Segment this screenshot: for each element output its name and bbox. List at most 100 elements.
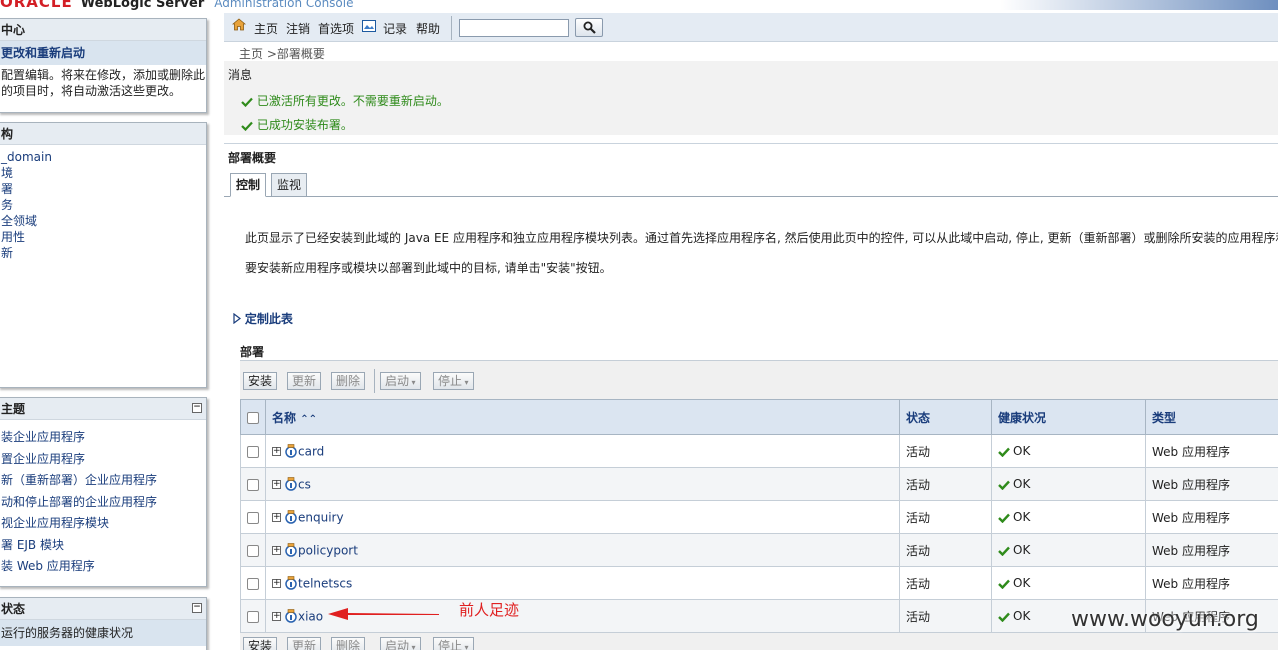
howto-start-stop-app[interactable]: 动和停止部署的企业应用程序 <box>1 492 206 514</box>
column-health[interactable]: 健康状况 <box>991 399 1146 435</box>
help-link[interactable]: 帮助 <box>416 20 440 37</box>
health-text: OK <box>1013 543 1031 557</box>
table-row[interactable]: + enquiry 活动 OK Web 应用程序 <box>240 500 1278 534</box>
health-ok-icon <box>998 546 1010 556</box>
app-name-link[interactable]: cs <box>298 477 311 491</box>
product-name: WebLogic Server <box>80 0 205 11</box>
health-ok-icon <box>998 579 1010 589</box>
row-checkbox[interactable] <box>247 445 259 458</box>
web-app-icon <box>285 510 297 524</box>
column-name[interactable]: 名称 ⌃⌃ <box>265 399 900 435</box>
start-dropdown-bottom[interactable]: 启动 ▾ <box>380 637 421 650</box>
row-select-cell <box>240 500 266 534</box>
expand-icon[interactable]: + <box>272 446 281 456</box>
expand-icon[interactable]: + <box>272 611 281 621</box>
install-button-bottom[interactable]: 安装 <box>243 637 278 650</box>
preferences-link[interactable]: 首选项 <box>318 20 354 37</box>
logout-link[interactable]: 注销 <box>286 20 310 37</box>
deployments-section-title: 部署 <box>240 345 265 359</box>
success-check-icon <box>241 97 253 107</box>
change-center-panel: 中心 更改和重新启动 配置编辑。将来在修改，添加或删除此 的项目时，将自动激活这… <box>0 18 207 113</box>
stop-dropdown-bottom[interactable]: 停止 ▾ <box>433 637 474 650</box>
app-name-link[interactable]: xiao <box>298 609 323 623</box>
change-and-restart-link[interactable]: 更改和重新启动 <box>0 41 206 65</box>
select-all-checkbox[interactable] <box>247 411 259 424</box>
expand-icon[interactable]: + <box>272 545 281 555</box>
domain-structure-title: 构 <box>0 123 206 145</box>
home-icon[interactable] <box>232 18 246 31</box>
row-select-cell <box>240 467 266 501</box>
app-name-link[interactable]: policyport <box>298 543 358 557</box>
search-input[interactable] <box>459 19 569 37</box>
tree-item-environment[interactable]: 境 <box>1 165 206 181</box>
home-link[interactable]: 主页 <box>254 20 278 37</box>
health-ok-icon <box>998 447 1010 457</box>
howto-deploy-ejb[interactable]: 署 EJB 模块 <box>1 535 206 557</box>
customize-table-toggle[interactable]: 定制此表 <box>233 310 293 327</box>
watermark: www.wooyun.org <box>1071 607 1259 632</box>
howto-update-enterprise-app[interactable]: 新（重新部署）企业应用程序 <box>1 470 206 492</box>
app-name-link[interactable]: enquiry <box>298 510 344 524</box>
weblogic-console: ORACLE WebLogic Server Administration Cons… <box>0 0 1278 650</box>
tab-control[interactable]: 控制 <box>230 173 267 197</box>
table-row[interactable]: + telnetscs 活动 OK Web 应用程序 <box>240 566 1278 600</box>
name-cell: + telnetscs <box>265 566 900 600</box>
table-row[interactable]: + cs 活动 OK Web 应用程序 <box>240 467 1278 501</box>
expand-icon[interactable]: + <box>272 578 281 588</box>
overview-description: 此页显示了已经安装到此域的 Java EE 应用程序和独立应用程序模块列表。通过… <box>245 231 1278 245</box>
customize-table-link[interactable]: 定制此表 <box>245 312 293 326</box>
expand-icon[interactable]: + <box>272 512 281 522</box>
minimize-icon[interactable]: − <box>192 603 202 613</box>
row-select-cell <box>240 533 266 567</box>
howto-install-web-app[interactable]: 装 Web 应用程序 <box>1 556 206 578</box>
tree-item-services[interactable]: 务 <box>1 197 206 213</box>
system-status-title-text: 状态 <box>1 602 26 616</box>
search-button[interactable] <box>575 18 603 37</box>
success-check-icon <box>241 121 253 131</box>
app-name-link[interactable]: telnetscs <box>298 576 352 590</box>
row-select-cell <box>240 566 266 600</box>
start-dropdown[interactable]: 启动 ▾ <box>380 372 421 390</box>
app-name-link[interactable]: card <box>298 444 324 458</box>
delete-button-bottom[interactable]: 删除 <box>331 637 366 650</box>
minimize-icon[interactable]: − <box>192 403 202 413</box>
how-do-i-list: 装企业应用程序 置企业应用程序 新（重新部署）企业应用程序 动和停止部署的企业应… <box>0 420 206 578</box>
record-icon[interactable] <box>362 20 376 32</box>
how-do-i-title-text: 主题 <box>1 402 26 416</box>
type-cell: Web 应用程序 <box>1145 434 1278 468</box>
howto-install-enterprise-app[interactable]: 装企业应用程序 <box>1 427 206 449</box>
tree-item-interoperability[interactable]: 用性 <box>1 229 206 245</box>
expand-icon[interactable]: + <box>272 479 281 489</box>
row-checkbox[interactable] <box>247 478 259 491</box>
domain-structure-panel: 构 _domain 境 署 务 全领域 用性 新 <box>0 122 207 388</box>
delete-button[interactable]: 删除 <box>331 372 366 390</box>
install-button[interactable]: 安装 <box>243 372 278 390</box>
howto-monitor-modules[interactable]: 视企业应用程序模块 <box>1 513 206 535</box>
change-center-desc-line1: 配置编辑。将来在修改，添加或删除此 <box>1 68 206 82</box>
tree-item-security-realms[interactable]: 全领域 <box>1 213 206 229</box>
install-hint: 要安装新应用程序或模块以部署到此域中的目标, 请单击"安装"按钮。 <box>245 261 612 275</box>
tree-item-domain[interactable]: _domain <box>1 149 206 165</box>
table-row[interactable]: + policyport 活动 OK Web 应用程序 <box>240 533 1278 567</box>
breadcrumb-home[interactable]: 主页 <box>239 47 263 61</box>
sort-ascending-icon: ⌃⌃ <box>300 413 317 425</box>
row-checkbox[interactable] <box>247 577 259 590</box>
stop-dropdown[interactable]: 停止 ▾ <box>433 372 474 390</box>
tab-monitoring[interactable]: 监视 <box>271 173 308 197</box>
row-checkbox[interactable] <box>247 610 259 623</box>
tree-item-diagnostics[interactable]: 新 <box>1 245 206 261</box>
tree-item-deployments[interactable]: 署 <box>1 181 206 197</box>
howto-configure-enterprise-app[interactable]: 置企业应用程序 <box>1 449 206 471</box>
update-button[interactable]: 更新 <box>287 372 322 390</box>
record-link[interactable]: 记录 <box>383 20 407 37</box>
chevron-down-icon: ▾ <box>462 378 469 387</box>
column-type[interactable]: 类型 <box>1145 399 1278 435</box>
row-checkbox[interactable] <box>247 511 259 524</box>
change-center-title: 中心 <box>0 19 206 41</box>
table-row[interactable]: + card 活动 OK Web 应用程序 <box>240 434 1278 468</box>
update-button-bottom[interactable]: 更新 <box>287 637 322 650</box>
row-checkbox[interactable] <box>247 544 259 557</box>
annotation-note: 前人足迹 <box>459 601 520 619</box>
row-select-cell <box>240 434 266 468</box>
column-state[interactable]: 状态 <box>899 399 992 435</box>
